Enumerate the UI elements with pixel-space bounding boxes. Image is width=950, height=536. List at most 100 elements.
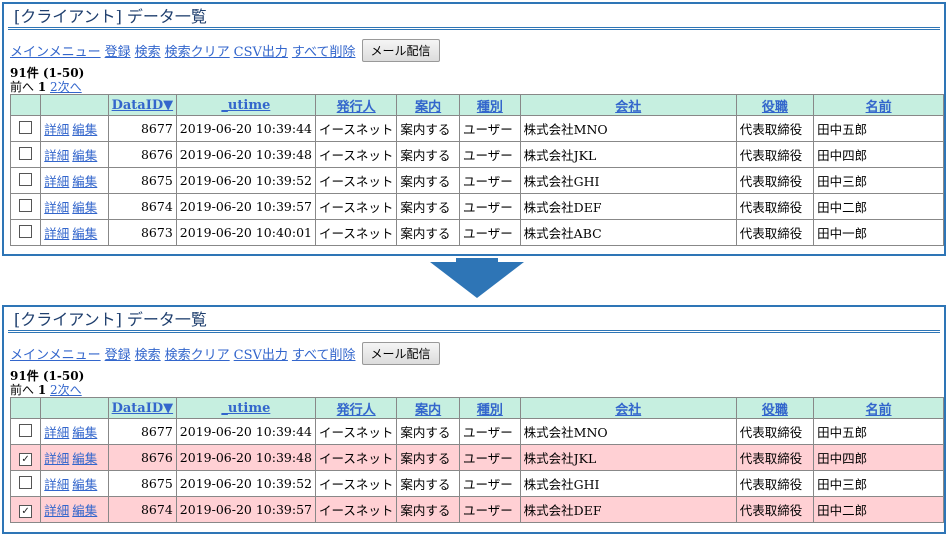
cell-guide: 案内する (396, 167, 460, 194)
row-checkbox[interactable] (19, 120, 33, 134)
data-table: DataID▼ _utime 発行人 案内 種別 会社 役職 名前 詳細 編集 8677 2019-… (9, 397, 944, 523)
cell-issuer: イースネット (314, 470, 398, 497)
cell-issuer: イースネット (314, 193, 398, 220)
pager: 前へ 1 2次へ (10, 383, 944, 397)
column-header-1[interactable]: _utime (175, 397, 316, 419)
cell-name: 田中三郎 (813, 470, 944, 497)
menu-csv-link[interactable]: CSV出力 (234, 344, 288, 363)
row-checkbox[interactable]: ✓ (19, 452, 33, 466)
cell-dataid: 8673 (107, 219, 177, 246)
detail-link[interactable]: 詳細 (44, 477, 69, 492)
row-checkbox[interactable] (19, 198, 33, 212)
cell-name: 田中二郎 (813, 193, 944, 220)
edit-link[interactable]: 編集 (72, 226, 97, 241)
after-panel: [クライアント] データ一覧 メインメニュー 登録 検索 検索クリア CSV出力… (2, 305, 946, 534)
column-header-5[interactable]: 会社 (519, 94, 737, 116)
edit-link[interactable]: 編集 (72, 148, 97, 163)
menu-main-link[interactable]: メインメニュー (10, 41, 101, 60)
detail-link[interactable]: 詳細 (44, 226, 69, 241)
table-row: 詳細 編集 8673 2019-06-20 10:40:01 イースネット 案内する ユーザ… (9, 219, 944, 246)
edit-link[interactable]: 編集 (72, 200, 97, 215)
cell-type: ユーザー (458, 496, 521, 523)
row-checkbox[interactable] (19, 423, 33, 437)
header-checkbox-col (9, 397, 42, 419)
column-header-5[interactable]: 会社 (519, 397, 737, 419)
column-header-7[interactable]: 名前 (813, 94, 944, 116)
menu-register-link[interactable]: 登録 (105, 41, 131, 60)
down-arrow-icon (430, 262, 524, 298)
pager-page-2[interactable]: 2 (50, 383, 58, 397)
column-header-2[interactable]: 発行人 (314, 94, 398, 116)
detail-link[interactable]: 詳細 (44, 200, 69, 215)
row-checkbox[interactable] (19, 475, 33, 489)
mail-button[interactable]: メール配信 (361, 341, 440, 365)
menu-search-link[interactable]: 検索 (135, 344, 161, 363)
row-checkbox[interactable] (19, 146, 33, 160)
cell-role: 代表取締役 (735, 496, 815, 523)
pager: 前へ 1 2次へ (10, 80, 944, 94)
row-checkbox-cell: ✓ (9, 444, 42, 471)
cell-company: 株式会社JKL (519, 444, 737, 471)
pager-next[interactable]: 次へ (58, 80, 82, 94)
column-header-0[interactable]: DataID▼ (107, 397, 177, 419)
detail-link[interactable]: 詳細 (44, 122, 69, 137)
cell-dataid: 8674 (107, 193, 177, 220)
detail-link[interactable]: 詳細 (44, 425, 69, 440)
row-checkbox[interactable]: ✓ (19, 504, 33, 518)
edit-link[interactable]: 編集 (72, 451, 97, 466)
edit-link[interactable]: 編集 (72, 122, 97, 137)
cell-issuer: イースネット (314, 219, 398, 246)
detail-link[interactable]: 詳細 (44, 148, 69, 163)
cell-company: 株式会社GHI (519, 470, 737, 497)
row-actions: 詳細 編集 (40, 418, 109, 445)
cell-issuer: イースネット (314, 115, 398, 142)
detail-link[interactable]: 詳細 (44, 174, 69, 189)
column-header-2[interactable]: 発行人 (314, 397, 398, 419)
row-checkbox-cell (9, 470, 42, 497)
menu-search-clear-link[interactable]: 検索クリア (165, 344, 230, 363)
menu-search-clear-link[interactable]: 検索クリア (165, 41, 230, 60)
pager-page-2[interactable]: 2 (50, 80, 58, 94)
row-checkbox[interactable] (19, 224, 33, 238)
row-actions: 詳細 編集 (40, 167, 109, 194)
pager-next[interactable]: 次へ (58, 383, 82, 397)
mail-button[interactable]: メール配信 (361, 38, 440, 62)
row-checkbox-cell (9, 193, 42, 220)
row-checkbox[interactable] (19, 172, 33, 186)
column-header-3[interactable]: 案内 (396, 397, 460, 419)
column-header-6[interactable]: 役職 (735, 397, 815, 419)
pager-prev: 前へ (10, 383, 35, 397)
cell-name: 田中五郎 (813, 418, 944, 445)
column-header-6[interactable]: 役職 (735, 94, 815, 116)
detail-link[interactable]: 詳細 (44, 451, 69, 466)
column-header-3[interactable]: 案内 (396, 94, 460, 116)
data-table: DataID▼ _utime 発行人 案内 種別 会社 役職 名前 詳細 編集 8677 2019-… (9, 94, 944, 246)
row-actions: 詳細 編集 (40, 219, 109, 246)
cell-role: 代表取締役 (735, 444, 815, 471)
column-header-0[interactable]: DataID▼ (107, 94, 177, 116)
column-header-7[interactable]: 名前 (813, 397, 944, 419)
edit-link[interactable]: 編集 (72, 174, 97, 189)
detail-link[interactable]: 詳細 (44, 503, 69, 518)
cell-utime: 2019-06-20 10:39:57 (175, 193, 316, 220)
cell-utime: 2019-06-20 10:39:48 (175, 141, 316, 168)
cell-name: 田中三郎 (813, 167, 944, 194)
column-header-4[interactable]: 種別 (458, 397, 521, 419)
edit-link[interactable]: 編集 (72, 425, 97, 440)
cell-guide: 案内する (396, 444, 460, 471)
edit-link[interactable]: 編集 (72, 477, 97, 492)
cell-issuer: イースネット (314, 167, 398, 194)
menu-register-link[interactable]: 登録 (105, 344, 131, 363)
column-header-1[interactable]: _utime (175, 94, 316, 116)
row-checkbox-cell (9, 167, 42, 194)
row-checkbox-cell (9, 219, 42, 246)
menu-search-link[interactable]: 検索 (135, 41, 161, 60)
column-header-4[interactable]: 種別 (458, 94, 521, 116)
menu-delete-all-link[interactable]: すべて削除 (292, 41, 356, 60)
menu-csv-link[interactable]: CSV出力 (234, 41, 288, 60)
cell-role: 代表取締役 (735, 219, 815, 246)
menu-main-link[interactable]: メインメニュー (10, 344, 101, 363)
table-row: 詳細 編集 8676 2019-06-20 10:39:48 イースネット 案内する ユーザ… (9, 141, 944, 168)
edit-link[interactable]: 編集 (72, 503, 97, 518)
menu-delete-all-link[interactable]: すべて削除 (292, 344, 356, 363)
